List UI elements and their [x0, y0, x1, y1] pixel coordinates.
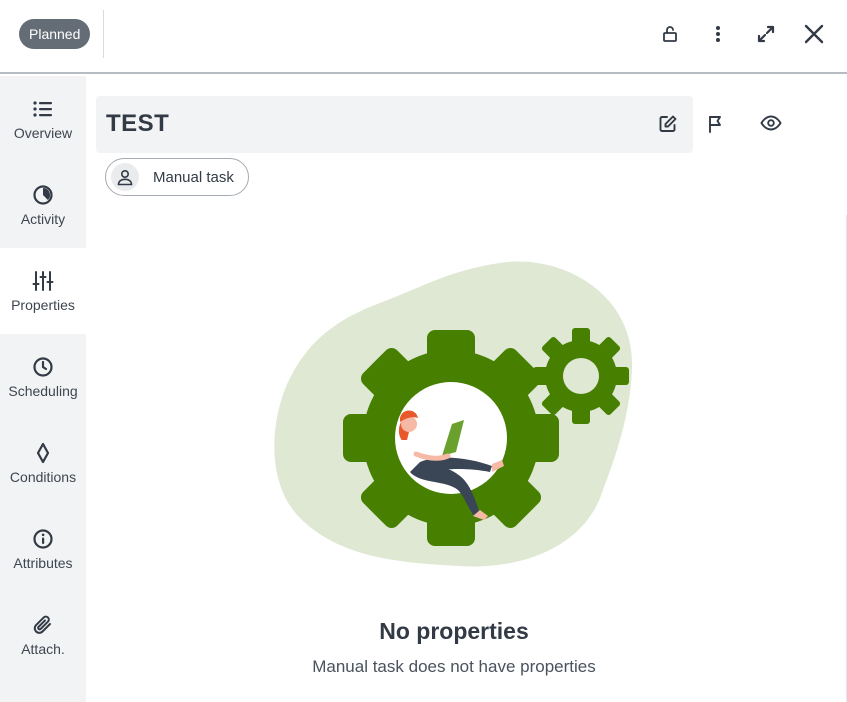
header-bar: Planned — [0, 0, 847, 74]
info-icon — [32, 528, 54, 550]
sidebar-item-properties[interactable]: Properties — [0, 248, 86, 334]
task-type-chip[interactable]: Manual task — [105, 158, 249, 196]
page-title: TEST — [106, 110, 170, 137]
status-badge: Planned — [19, 19, 91, 49]
pie-chart-icon — [32, 184, 54, 206]
expand-icon[interactable] — [752, 20, 780, 48]
clock-icon — [32, 356, 54, 378]
sliders-icon — [32, 270, 54, 292]
sidebar-item-attributes[interactable]: Attributes — [0, 506, 86, 592]
sidebar-item-label: Overview — [13, 124, 73, 141]
sidebar: Overview Activity Properties Scheduling — [0, 76, 86, 702]
user-icon — [111, 163, 139, 191]
chip-label: Manual task — [153, 168, 234, 186]
sidebar-item-conditions[interactable]: Conditions — [0, 420, 86, 506]
lock-open-icon[interactable] — [656, 20, 684, 48]
title-bar: TEST — [96, 96, 693, 153]
sidebar-item-label: Activity — [20, 210, 66, 227]
sidebar-item-attach[interactable]: Attach. — [0, 592, 86, 678]
close-icon[interactable] — [800, 20, 828, 48]
header-divider — [103, 10, 104, 58]
flag-icon[interactable] — [702, 110, 730, 138]
empty-state-illustration — [270, 258, 640, 568]
empty-state-title: No properties — [379, 618, 529, 644]
diamond-icon — [32, 442, 54, 464]
sidebar-item-activity[interactable]: Activity — [0, 162, 86, 248]
paperclip-icon — [32, 614, 54, 636]
sidebar-item-overview[interactable]: Overview — [0, 76, 86, 162]
sidebar-item-scheduling[interactable]: Scheduling — [0, 334, 86, 420]
sidebar-item-label: Properties — [11, 296, 75, 313]
sidebar-item-label: Scheduling — [8, 382, 78, 399]
list-icon — [32, 98, 54, 120]
empty-state-subtitle: Manual task does not have properties — [312, 657, 596, 676]
eye-icon[interactable] — [757, 109, 785, 137]
sidebar-item-label: Conditions — [9, 468, 77, 485]
more-vertical-icon[interactable] — [704, 20, 732, 48]
sidebar-item-label: Attach. — [21, 640, 65, 657]
edit-icon[interactable] — [654, 110, 682, 138]
sidebar-item-label: Attributes — [13, 554, 73, 571]
